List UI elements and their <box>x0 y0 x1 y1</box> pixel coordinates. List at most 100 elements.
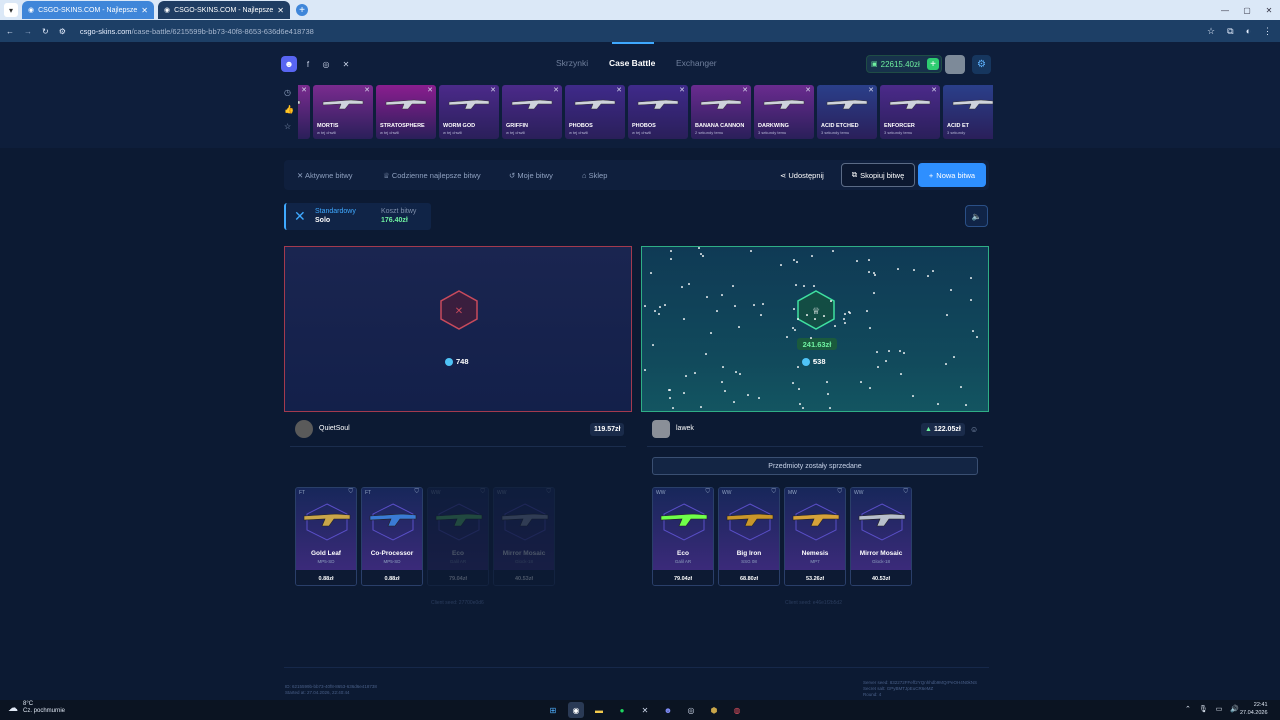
player-2-name[interactable]: lawek <box>676 425 694 432</box>
item-card[interactable]: WW ⛉ Eco Galil AR 79.04zł <box>427 487 489 586</box>
hide-drop-icon[interactable]: ✕ <box>301 86 307 94</box>
browser-tab-2[interactable]: ◉ CSGO-SKINS.COM - Najlepsze ✕ <box>158 1 290 19</box>
instagram-icon[interactable]: ◎ <box>320 58 332 70</box>
balance-display[interactable]: ▣ 22615.40zł + <box>866 55 942 73</box>
url-field[interactable]: csgo-skins.com/case-battle/6215599b-bb73… <box>80 27 314 36</box>
forward-icon[interactable]: → <box>24 27 32 36</box>
network-icon[interactable]: ▭ <box>1216 705 1223 713</box>
tab-shop[interactable]: ⌂ Sklep <box>582 171 607 180</box>
item-card[interactable]: WW ⛉ Mirror Mosaic Glock-18 40.53zł <box>493 487 555 586</box>
file-explorer-icon[interactable]: ▬ <box>591 702 607 718</box>
live-drop-card[interactable]: ✕ ACID ETCHED 3 sekundy temu <box>817 85 877 139</box>
hide-drop-icon[interactable]: ✕ <box>868 86 874 94</box>
chrome-icon[interactable]: ◉ <box>568 702 584 718</box>
mic-icon[interactable]: 🎙 <box>1199 705 1208 713</box>
deposit-button[interactable]: + <box>927 58 939 70</box>
x-twitter-icon[interactable]: ✕ <box>340 58 352 70</box>
item-card[interactable]: WW ⛉ Mirror Mosaic Glock-18 40.53zł <box>850 487 912 586</box>
back-icon[interactable]: ← <box>6 27 14 36</box>
hide-drop-icon[interactable]: ✕ <box>805 86 811 94</box>
star-icon[interactable]: ☆ <box>284 122 294 131</box>
reload-icon[interactable]: ↻ <box>42 27 49 36</box>
hide-drop-icon[interactable]: ✕ <box>490 86 496 94</box>
steam-icon[interactable]: ◎ <box>683 702 699 718</box>
hide-drop-icon[interactable]: ✕ <box>427 86 433 94</box>
tab-active-battles[interactable]: ✕ Aktywne bitwy <box>297 171 353 180</box>
hide-drop-icon[interactable]: ✕ <box>931 86 937 94</box>
hide-drop-icon[interactable]: ✕ <box>679 86 685 94</box>
spotify-icon[interactable]: ● <box>614 702 630 718</box>
volume-icon[interactable]: 🔊 <box>1230 705 1239 713</box>
tab-daily-best[interactable]: ♕ Codzienne najlepsze bitwy <box>383 171 481 180</box>
windows-start-icon[interactable]: ⊞ <box>545 702 561 718</box>
thumb-up-icon[interactable]: 👍 <box>284 105 294 114</box>
new-tab-button[interactable]: + <box>296 4 308 16</box>
sparkle <box>786 336 788 338</box>
sparkle <box>913 269 915 271</box>
nav-case-battle[interactable]: Case Battle <box>609 58 655 68</box>
nav-skrzynki[interactable]: Skrzynki <box>556 58 588 68</box>
live-drop-card[interactable]: ✕ DARKWING 3 sekundy temu <box>754 85 814 139</box>
sparkle <box>868 259 870 261</box>
game-launcher-icon[interactable]: ⬢ <box>706 702 722 718</box>
close-window-icon[interactable]: ✕ <box>1258 0 1280 20</box>
hide-drop-icon[interactable]: ✕ <box>553 86 559 94</box>
item-card[interactable]: WW ⛉ Eco Galil AR 79.04zł <box>652 487 714 586</box>
discord-taskbar-icon[interactable]: ☻ <box>660 702 676 718</box>
discord-icon[interactable]: ☻ <box>281 56 297 72</box>
menu-icon[interactable]: ⋮ <box>1263 26 1272 37</box>
live-drop-card[interactable]: ✕ STRATOSPHERE w tej chwili <box>376 85 436 139</box>
new-battle-button[interactable]: + Nowa bitwa <box>918 163 986 187</box>
app-icon[interactable]: ◍ <box>729 702 745 718</box>
loser-x-hex-icon: ✕ <box>440 290 478 330</box>
x-app-icon[interactable]: ✕ <box>637 702 653 718</box>
clock-icon[interactable]: ◷ <box>284 88 294 97</box>
hide-drop-icon[interactable]: ✕ <box>616 86 622 94</box>
live-drop-card[interactable]: ✕ PHOBOS w tej chwili <box>565 85 625 139</box>
maximize-icon[interactable]: ▢ <box>1236 0 1258 20</box>
profile-icon[interactable]: ◐ <box>1246 26 1251 37</box>
extensions-icon[interactable]: ⧉ <box>1227 26 1233 37</box>
live-drop-card[interactable]: ✕ BANANA CANNON 2 sekundy temu <box>691 85 751 139</box>
sparkle <box>670 258 672 260</box>
tray-chevron-icon[interactable]: ⌃ <box>1185 705 1191 713</box>
emoji-icon[interactable]: ☺ <box>970 425 978 434</box>
sound-toggle-icon[interactable]: 🔈 <box>965 205 988 227</box>
facebook-icon[interactable]: f <box>302 58 314 70</box>
settings-gear-icon[interactable]: ⚙ <box>972 55 991 74</box>
item-card[interactable]: WW ⛉ Big Iron SSG 08 68.80zł <box>718 487 780 586</box>
live-drop-card[interactable]: ✕ GRIFFIN w tej chwili <box>502 85 562 139</box>
tab-search-icon[interactable]: ▾ <box>4 3 18 17</box>
taskbar-clock[interactable]: 22:41 27.04.2026 <box>1240 701 1268 717</box>
browser-tab-1[interactable]: ◉ CSGO-SKINS.COM - Najlepsze ✕ <box>22 1 154 19</box>
sparkle <box>672 407 674 409</box>
player-2-avatar[interactable] <box>652 420 670 438</box>
sparkle <box>806 314 808 316</box>
bookmark-star-icon[interactable]: ☆ <box>1207 26 1215 37</box>
tab-close-icon[interactable]: ✕ <box>277 6 284 15</box>
player-1-name[interactable]: QuietSoul <box>319 425 350 432</box>
live-drop-card[interactable]: ✕ ENFORCER 3 sekundy temu <box>880 85 940 139</box>
nav-exchanger[interactable]: Exchanger <box>676 58 717 68</box>
hide-drop-icon[interactable]: ✕ <box>742 86 748 94</box>
live-drop-card[interactable]: ✕MORTISw tej chwili <box>313 85 373 139</box>
live-drop-card[interactable]: ✕ACID ET3 sekundy <box>943 85 993 139</box>
live-drop-card[interactable]: ✕ WORM GOD w tej chwili <box>439 85 499 139</box>
minimize-icon[interactable]: — <box>1214 0 1236 20</box>
tab-close-icon[interactable]: ✕ <box>141 6 148 15</box>
live-drop-card[interactable]: ✕MORTISw tej chwili <box>298 85 310 139</box>
site-info-icon[interactable]: ⚙ <box>59 27 66 36</box>
weather-widget[interactable]: ☁ 8°C Cz. pochmurnie <box>8 701 65 715</box>
shield-icon: ⛉ <box>837 489 842 495</box>
tab-my-battles[interactable]: ↺ Moje bitwy <box>509 171 553 180</box>
player-2-panel: ♕ 241.63zł 538 <box>641 246 989 412</box>
item-card[interactable]: FT ⛉ Gold Leaf MP5-SD 0.88zł <box>295 487 357 586</box>
share-button[interactable]: ⋖ Udostępnij <box>780 171 824 180</box>
player-1-avatar[interactable] <box>295 420 313 438</box>
user-avatar[interactable] <box>945 55 965 74</box>
item-card[interactable]: FT ⛉ Co-Processor MP5-SD 0.88zł <box>361 487 423 586</box>
live-drop-card[interactable]: ✕ PHOBOS w tej chwili <box>628 85 688 139</box>
item-card[interactable]: MW ⛉ Nemesis MP7 53.26zł <box>784 487 846 586</box>
hide-drop-icon[interactable]: ✕ <box>364 86 370 94</box>
copy-battle-button[interactable]: ⧉ Skopiuj bitwę <box>841 163 915 187</box>
